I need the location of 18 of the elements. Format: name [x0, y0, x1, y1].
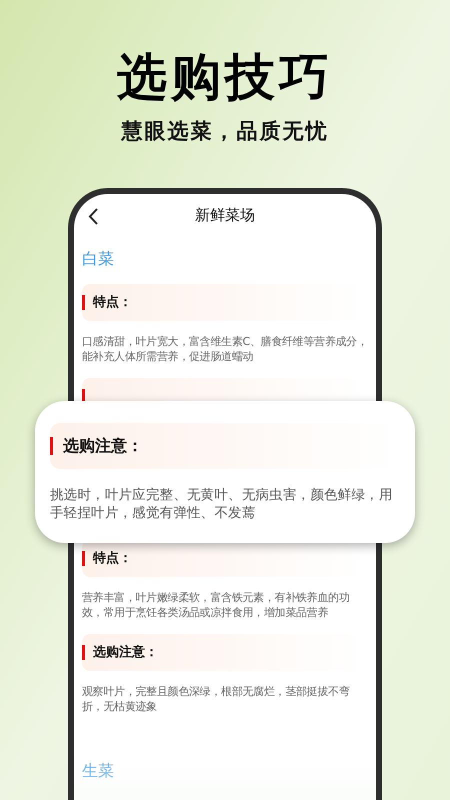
- hero-title: 选购技巧: [117, 48, 333, 106]
- accent-bar: [82, 551, 85, 566]
- section-heading: 特点：: [93, 550, 132, 568]
- back-icon[interactable]: [88, 208, 98, 225]
- section-heading: 选购注意：: [93, 644, 158, 662]
- accent-bar: [82, 645, 85, 660]
- accent-bar: [82, 295, 85, 310]
- screen-title: 新鲜菜场: [195, 204, 255, 226]
- category-title[interactable]: 生菜: [82, 758, 114, 782]
- section-heading: 选购注意：: [63, 435, 143, 457]
- hero-subtitle: 慧眼选菜，品质无忧: [122, 118, 328, 144]
- section-heading: 特点：: [93, 294, 132, 312]
- category-title[interactable]: 白菜: [82, 246, 114, 270]
- section-text: 口感清甜，叶片宽大，富含维生素C、膳食纤维等营养成分，能补充人体所需营养，促进肠道蠕动: [82, 334, 368, 364]
- section-text: 观察叶片，完整且颜色深绿，根部无腐烂，茎部挺拔不弯折，无枯黄迹象: [82, 684, 351, 714]
- accent-bar: [50, 437, 53, 455]
- section-text: 挑选时，叶片应完整、无黄叶、无病虫害，颜色鲜绿，用手轻捏叶片，感觉有弹性、不发蔫: [50, 486, 394, 522]
- section-text: 营养丰富，叶片嫩绿柔软，富含铁元素，有补铁养血的功效，常用于烹饪各类汤品或凉拌食用，增加菜品营养: [82, 590, 351, 620]
